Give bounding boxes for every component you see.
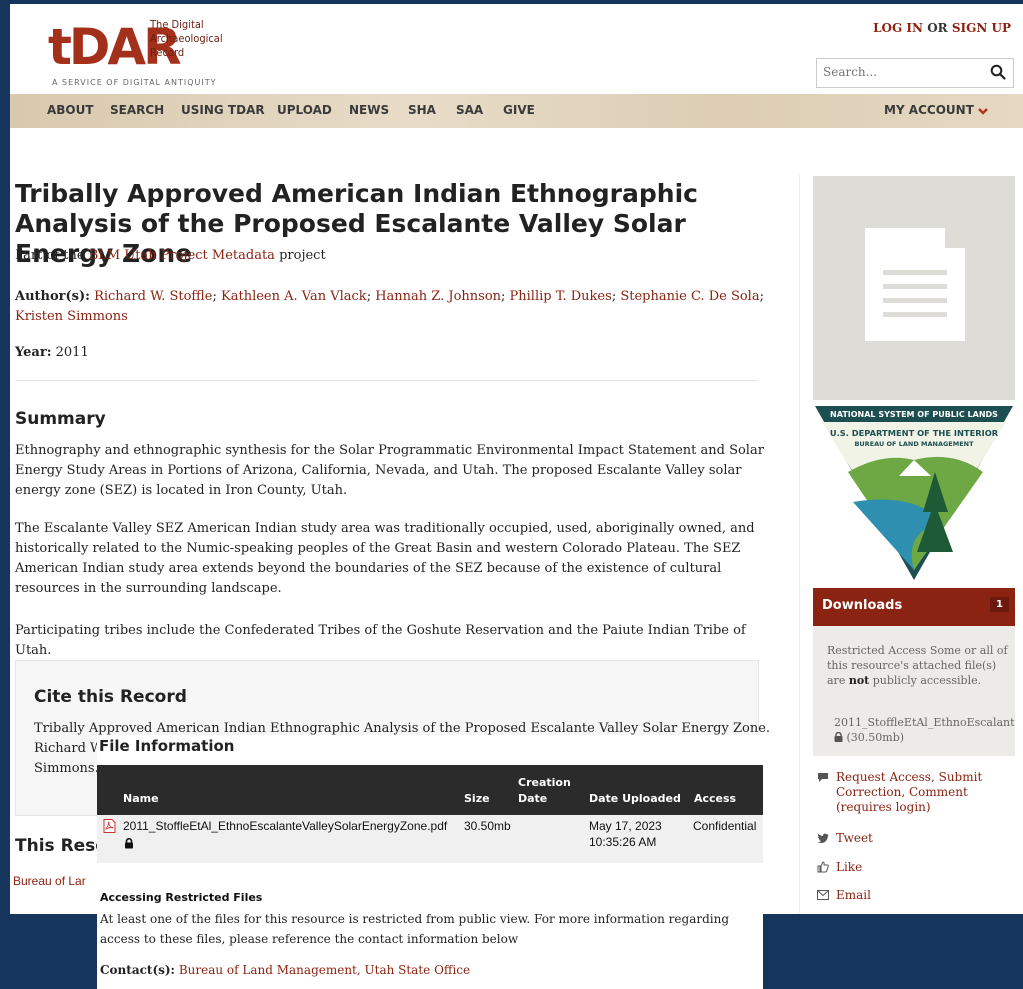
download-file[interactable]: 2011_StoffleEtAl_EthnoEscalanteV (30.50m… [834,715,1015,745]
file-table-header: Name Size Creation Date Date Uploaded Ac… [97,765,763,815]
blm-logo: NATIONAL SYSTEM OF PUBLIC LANDS U.S. DEP… [813,402,1015,582]
tweet-link[interactable]: Tweet [836,831,873,846]
auth-links: LOG IN OR SIGN UP [873,21,1011,35]
downloads-header: Downloads 1 [813,588,1015,626]
year-label: Year: [15,345,52,360]
search-input[interactable] [817,59,979,85]
nav-upload[interactable]: UPLOAD [277,103,332,117]
contact-label: Contact(s): [100,963,175,977]
restricted-files-heading: Accessing Restricted Files [100,891,263,904]
logo-text: The Digital Archaeological Record [150,18,223,59]
resource-link[interactable]: Bureau of Lar [13,874,86,888]
author-link[interactable]: Kristen Simmons [15,309,128,324]
summary-heading: Summary [15,409,106,429]
date-uploaded: May 17, 2023 10:35:26 AM [589,819,662,849]
download-file-name: 2011_StoffleEtAl_EthnoEscalanteV [834,716,1015,729]
lock-icon [125,838,133,849]
author-link[interactable]: Stephanie C. De Sola [620,289,759,304]
access-level: Confidential [693,819,757,833]
chevron-down-icon [978,107,988,115]
contact-line: Contact(s): Bureau of Land Management, U… [100,963,470,977]
or-text: OR [927,21,948,35]
file-name-link[interactable]: 2011_StoffleEtAl_EthnoEscalanteValleySol… [123,818,447,834]
lock-icon [834,731,843,742]
document-icon [865,228,965,341]
download-file-size: (30.50mb) [846,731,905,744]
column-header-name: Name [123,792,159,805]
search-icon[interactable] [990,64,1006,80]
pdf-icon [103,819,116,833]
project-link[interactable]: BLM Utah Project Metadata [89,248,275,263]
svg-text:NATIONAL SYSTEM OF PUBLIC LAND: NATIONAL SYSTEM OF PUBLIC LANDS [830,410,998,419]
summary-paragraph: Participating tribes include the Confede… [15,623,746,658]
year-value: 2011 [55,345,89,360]
thumbs-up-icon [817,861,829,873]
restricted-files-text: At least one of the files for this resou… [100,912,730,946]
tdar-logo[interactable]: tDAR The Digital Archaeological Record A… [48,14,238,94]
table-row: 2011_StoffleEtAl_EthnoEscalanteValleySol… [97,815,763,863]
nav-search[interactable]: SEARCH [110,103,164,117]
nav-give[interactable]: GIVE [503,103,535,117]
authors-label: Author(s): [15,289,90,304]
downloads-label: Downloads [822,598,903,613]
file-information-panel: File Information Name Size Creation Date… [97,735,763,989]
downloads-count-badge: 1 [990,597,1009,612]
comment-icon [818,773,828,782]
nav-about[interactable]: ABOUT [47,103,94,117]
file-size: 30.50mb [464,819,511,833]
nav-sha[interactable]: SHA [408,103,436,117]
nav-news[interactable]: NEWS [349,103,389,117]
year-line: Year: 2011 [15,343,765,363]
twitter-icon [817,833,829,844]
contact-link[interactable]: Bureau of Land Management, Utah State Of… [179,963,470,977]
column-header-size: Size [464,792,490,805]
login-link[interactable]: LOG IN [873,21,923,35]
column-header-creation-date: Creation Date [518,776,571,805]
authors-line: Author(s): Richard W. Stoffle; Kathleen … [15,289,764,324]
summary-paragraph: Ethnography and ethnographic synthesis f… [15,443,764,498]
restricted-note: Restricted Access Some or all of this re… [827,644,1008,687]
document-thumbnail[interactable] [813,176,1015,400]
author-link[interactable]: Richard W. Stoffle [94,289,212,304]
email-icon [817,890,829,900]
project-line: Part of the BLM Utah Project Metadata pr… [15,248,326,263]
search-box [816,58,1014,88]
main-nav: ABOUT SEARCH USING TDAR UPLOAD NEWS SHA … [10,94,1023,128]
downloads-panel: Restricted Access Some or all of this re… [813,626,1015,756]
file-information-heading: File Information [99,737,235,755]
nav-saa[interactable]: SAA [456,103,483,117]
author-link[interactable]: Hannah Z. Johnson [375,289,501,304]
svg-text:U.S. DEPARTMENT OF THE INTERIO: U.S. DEPARTMENT OF THE INTERIOR [830,428,999,438]
summary-paragraph: The Escalante Valley SEZ American Indian… [15,521,755,596]
column-header-access: Access [694,792,737,805]
like-link[interactable]: Like [836,860,862,875]
nav-using-tdar[interactable]: USING TDAR [181,103,265,117]
my-account-menu[interactable]: MY ACCOUNT [884,103,988,117]
logo-tagline: A SERVICE OF DIGITAL ANTIQUITY [52,78,217,87]
request-access-link[interactable]: Request Access, Submit Correction, Comme… [836,770,1016,815]
author-link[interactable]: Kathleen A. Van Vlack [221,289,367,304]
svg-text:BUREAU OF LAND MANAGEMENT: BUREAU OF LAND MANAGEMENT [854,440,974,448]
cite-heading: Cite this Record [34,687,187,707]
email-link[interactable]: Email [836,888,871,903]
sidebar-divider [799,174,800,914]
column-header-date-uploaded: Date Uploaded [589,792,681,805]
divider [15,380,758,381]
author-link[interactable]: Phillip T. Dukes [510,289,612,304]
signup-link[interactable]: SIGN UP [952,21,1011,35]
